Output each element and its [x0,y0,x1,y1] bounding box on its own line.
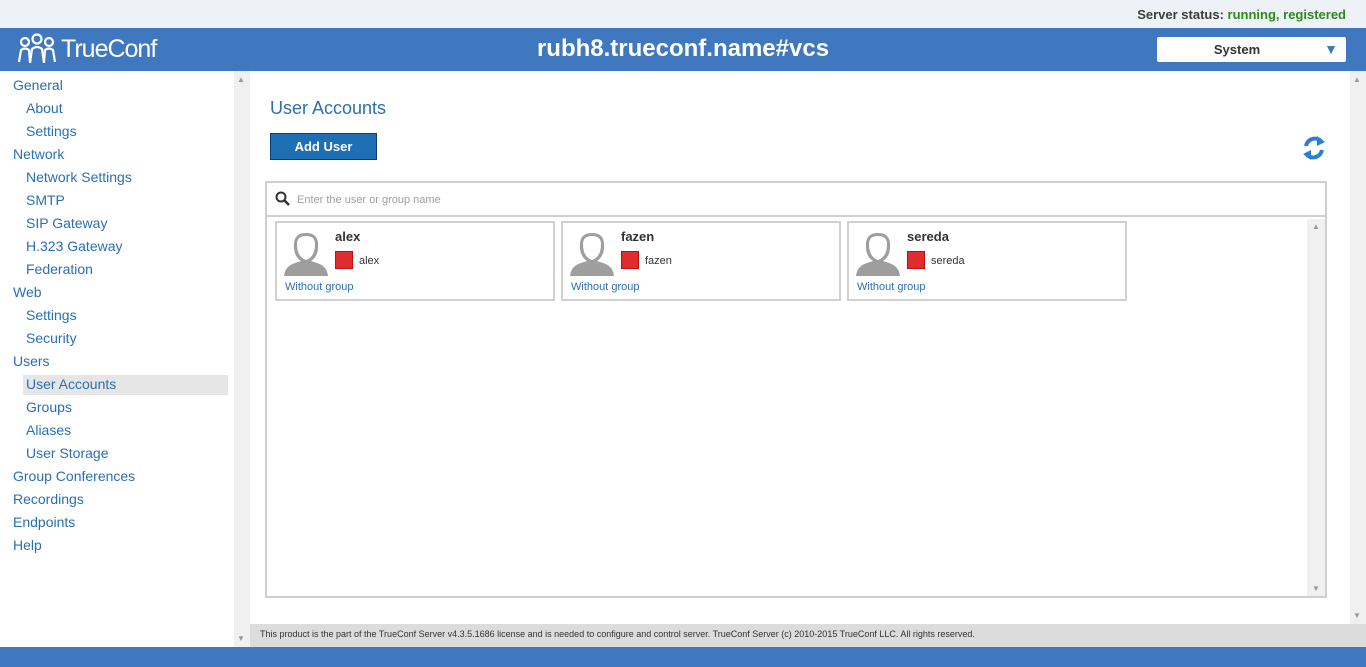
avatar-icon [284,233,328,276]
search-icon [275,191,290,206]
user-group-link[interactable]: Without group [857,281,925,293]
search-bar [267,183,1325,217]
footer-text: This product is the part of the TrueConf… [260,629,975,639]
scroll-up-arrow-icon[interactable]: ▲ [237,75,245,84]
status-indicator [335,251,353,269]
sidebar-item-network[interactable]: Network [13,144,64,165]
server-status-value: running, registered [1227,7,1346,22]
system-select-value: System [1213,42,1261,57]
system-select[interactable]: System ▼ [1157,37,1346,62]
sidebar-item-web-settings[interactable]: Settings [26,305,77,326]
sidebar-item-groups[interactable]: Groups [26,397,72,418]
sidebar-item-user-accounts[interactable]: User Accounts [26,374,116,395]
sidebar-item-user-storage[interactable]: User Storage [26,443,108,464]
scroll-down-arrow-icon[interactable]: ▼ [237,634,245,643]
sidebar-item-general[interactable]: General [13,75,63,96]
user-group-link[interactable]: Without group [285,281,353,293]
sidebar-item-aliases[interactable]: Aliases [26,420,71,441]
main-content: User Accounts Add User alex alex Without… [250,71,1350,624]
search-input[interactable] [297,191,897,209]
status-indicator [621,251,639,269]
user-login: alex [359,255,380,267]
server-status-label: Server status: [1137,7,1224,22]
sidebar-item-users[interactable]: Users [13,351,50,372]
user-login: sereda [931,255,965,267]
bottom-bar [0,647,1366,667]
user-list-scrollbar[interactable]: ▲ ▼ [1307,219,1325,596]
sidebar-scrollbar[interactable]: ▲ ▼ [234,71,250,647]
user-group-link[interactable]: Without group [571,281,639,293]
refresh-icon[interactable] [1300,133,1328,163]
scroll-down-arrow-icon[interactable]: ▼ [1312,584,1320,593]
user-card[interactable]: alex alex Without group [275,221,555,301]
scroll-up-arrow-icon[interactable]: ▲ [1353,75,1361,84]
header: TrueConf rubh8.trueconf.name#vcs System … [0,28,1366,71]
page-scrollbar[interactable]: ▲ ▼ [1350,71,1366,624]
sidebar-item-endpoints[interactable]: Endpoints [13,512,75,533]
scroll-up-arrow-icon[interactable]: ▲ [1312,222,1320,231]
sidebar-item-network-settings[interactable]: Network Settings [26,167,132,188]
footer: This product is the part of the TrueConf… [250,624,1366,647]
sidebar-item-web[interactable]: Web [13,282,42,303]
sidebar-item-general-settings[interactable]: Settings [26,121,77,142]
user-card[interactable]: sereda sereda Without group [847,221,1127,301]
status-bar: Server status: running, registered [0,0,1366,28]
page-title: User Accounts [270,98,387,118]
user-name[interactable]: sereda [907,229,949,244]
avatar-icon [570,233,614,276]
sidebar-item-group-conferences[interactable]: Group Conferences [13,466,135,487]
user-list-panel: alex alex Without group fazen fazen With… [265,181,1327,598]
user-name[interactable]: fazen [621,229,654,244]
sidebar-item-security[interactable]: Security [26,328,77,349]
scroll-down-arrow-icon[interactable]: ▼ [1353,611,1361,620]
server-status: Server status: running, registered [1137,7,1346,22]
sidebar-item-h323-gateway[interactable]: H.323 Gateway [26,236,123,257]
sidebar-item-smtp[interactable]: SMTP [26,190,65,211]
user-login: fazen [645,255,672,267]
sidebar-item-recordings[interactable]: Recordings [13,489,84,510]
sidebar-item-about[interactable]: About [26,98,63,119]
dropdown-arrow-icon: ▼ [1324,41,1338,57]
sidebar-item-sip-gateway[interactable]: SIP Gateway [26,213,107,234]
sidebar-item-federation[interactable]: Federation [26,259,93,280]
sidebar: General About Settings Network Network S… [0,71,234,647]
user-card[interactable]: fazen fazen Without group [561,221,841,301]
avatar-icon [856,233,900,276]
status-indicator [907,251,925,269]
sidebar-item-help[interactable]: Help [13,535,42,556]
user-name[interactable]: alex [335,229,360,244]
add-user-button[interactable]: Add User [270,133,377,160]
